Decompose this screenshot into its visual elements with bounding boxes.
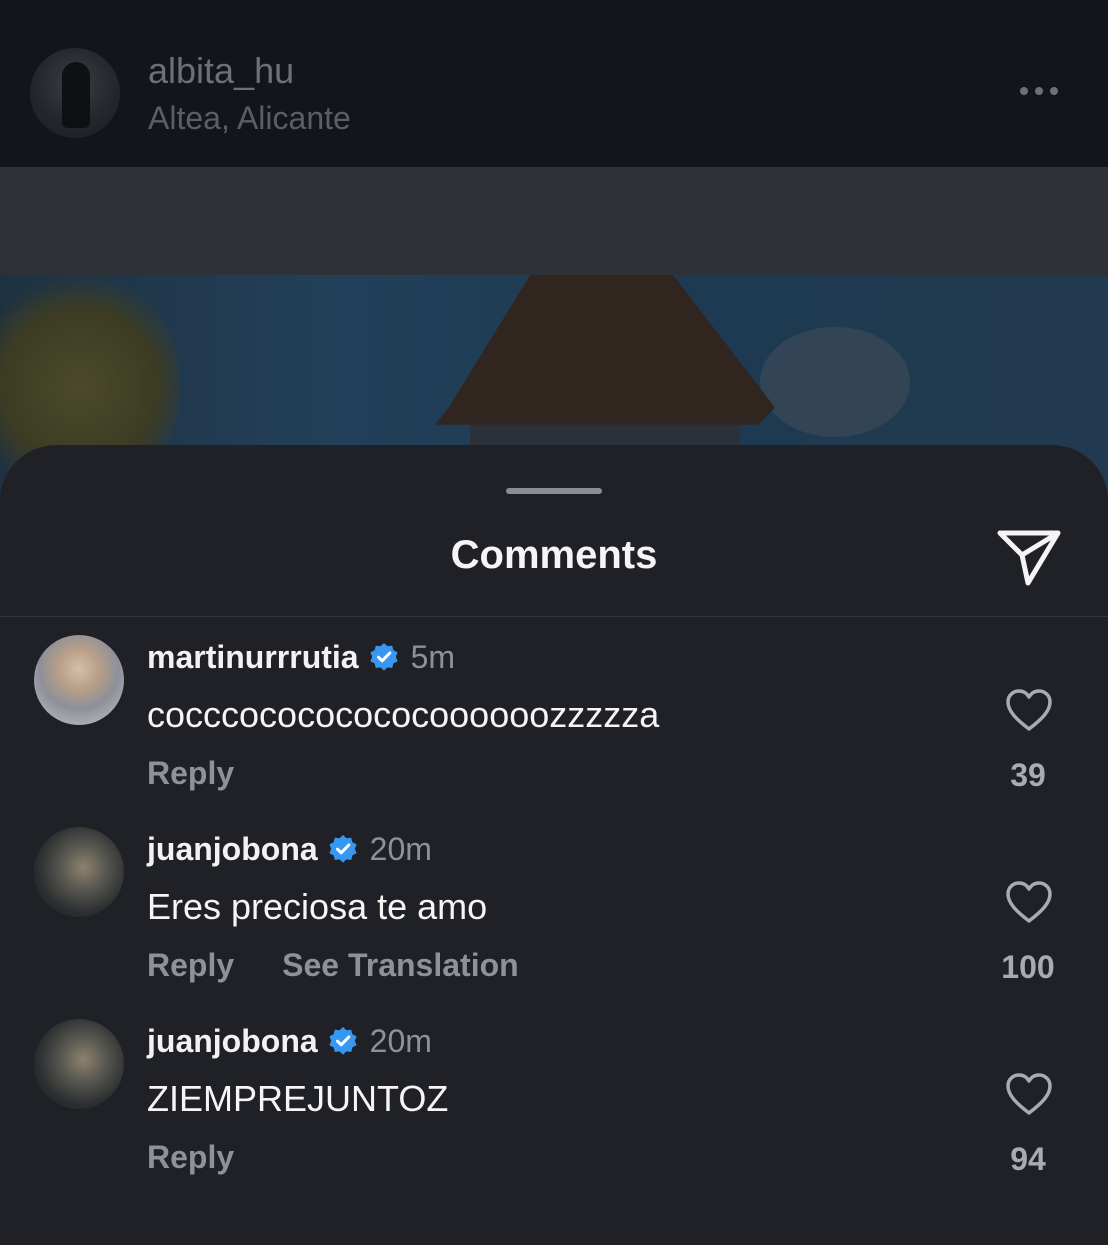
post-author-avatar[interactable] [30,48,120,138]
comment-time: 20m [369,831,432,867]
reply-button[interactable]: Reply [147,755,234,791]
post-location[interactable]: Altea, Alicante [148,100,351,137]
verified-icon [329,835,357,863]
commenter-username[interactable]: juanjobona [147,1023,318,1059]
commenter-avatar[interactable] [34,827,124,917]
comments-sheet: Comments martinurrrutia 5m cocccococococ… [0,445,1108,1245]
comment-item: juanjobona 20m Eres preciosa te amo Repl… [0,827,1108,1007]
like-count: 39 [1010,757,1046,793]
heart-icon[interactable] [1004,1071,1054,1117]
reply-button[interactable]: Reply [147,947,234,983]
commenter-avatar[interactable] [34,635,124,725]
comment-time: 20m [369,1023,432,1059]
sheet-drag-handle[interactable] [506,488,602,494]
comment-item: martinurrrutia 5m cocccocococococooooooz… [0,635,1108,815]
share-icon[interactable] [994,525,1064,589]
commenter-username[interactable]: juanjobona [147,831,318,867]
comments-title: Comments [450,533,658,577]
comment-text: cocccocococococoooooozzzzza [147,694,660,735]
verified-icon [329,1027,357,1055]
reply-button[interactable]: Reply [147,1139,234,1175]
like-count: 100 [1001,949,1055,985]
post-header: albita_hu Altea, Alicante [0,0,1108,167]
more-icon[interactable] [1020,74,1070,108]
commenter-avatar[interactable] [34,1019,124,1109]
heart-icon[interactable] [1004,687,1054,733]
heart-icon[interactable] [1004,879,1054,925]
post-author-username[interactable]: albita_hu [148,50,294,92]
verified-icon [369,643,398,671]
comment-item: juanjobona 20m ZIEMPREJUNTOZ Reply 94 [0,1019,1108,1199]
comment-text: ZIEMPREJUNTOZ [147,1078,449,1119]
like-count: 94 [1010,1141,1046,1177]
comment-time: 5m [410,639,456,675]
header-divider [0,616,1108,617]
comment-text: Eres preciosa te amo [147,886,488,927]
see-translation-button[interactable]: See Translation [282,947,519,983]
commenter-username[interactable]: martinurrrutia [147,639,359,675]
